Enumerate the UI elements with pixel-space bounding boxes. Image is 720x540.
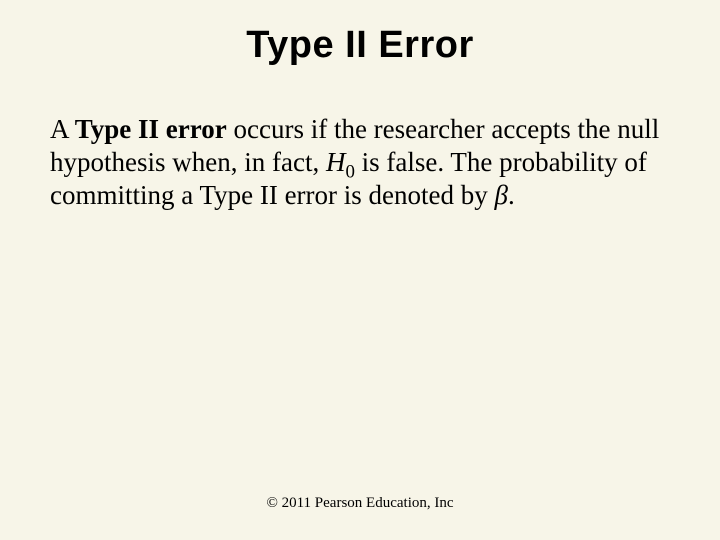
body-text-4: . — [508, 180, 515, 210]
slide: Type II Error A Type II error occurs if … — [0, 0, 720, 540]
slide-body: A Type II error occurs if the researcher… — [0, 67, 720, 212]
beta-symbol: β — [495, 180, 508, 210]
copyright-footer: © 2011 Pearson Education, Inc — [0, 495, 720, 512]
body-bold-term: Type II error — [75, 114, 227, 144]
body-text-1: A — [50, 114, 75, 144]
h-symbol: H — [326, 147, 346, 177]
slide-title: Type II Error — [0, 0, 720, 67]
